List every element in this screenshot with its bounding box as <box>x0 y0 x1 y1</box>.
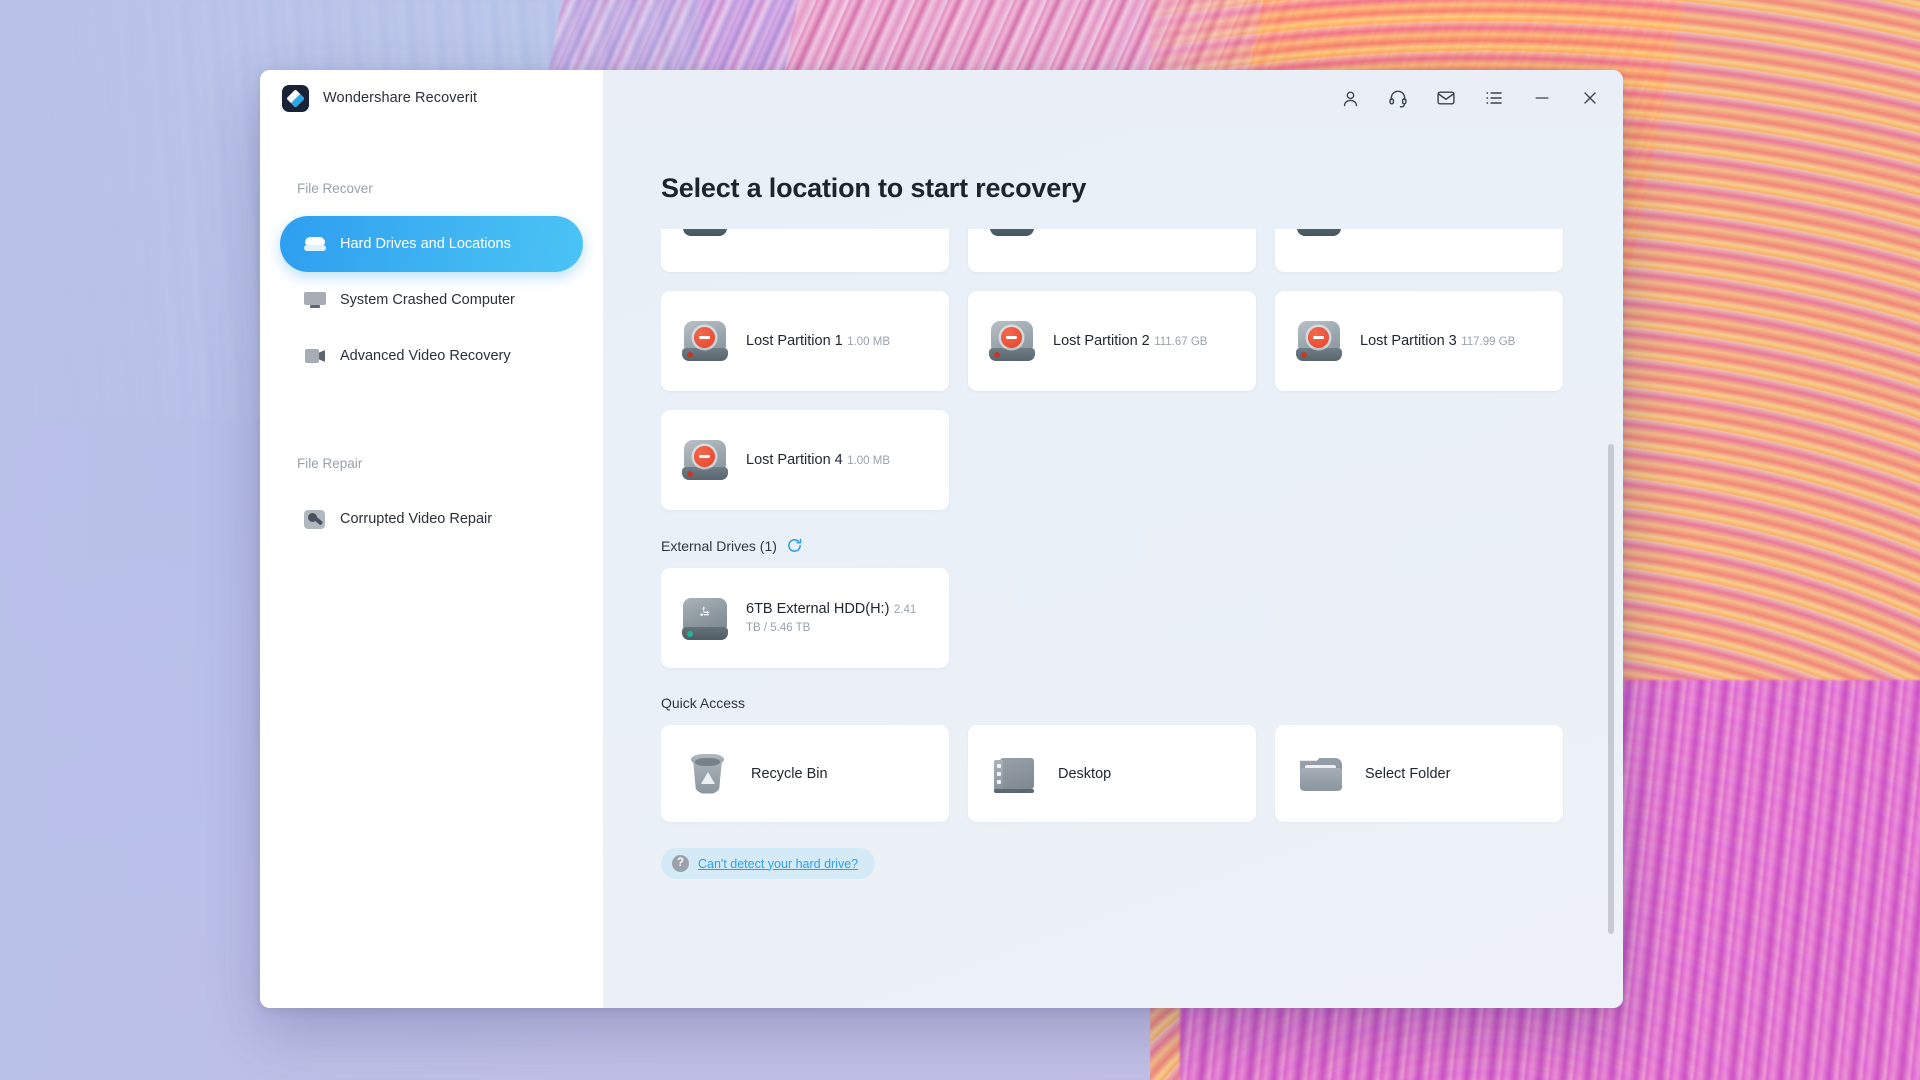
external-drives-label: External Drives (1) <box>661 537 777 554</box>
account-icon[interactable] <box>1339 87 1361 109</box>
hard-drive-icon <box>679 229 731 246</box>
vertical-scrollbar[interactable] <box>1608 229 1614 1002</box>
title-bar: Wondershare Recoverit <box>260 70 1623 126</box>
support-headset-icon[interactable] <box>1387 87 1409 109</box>
drive-card[interactable]: 1.98 TB / 2.73 TB <box>661 229 949 272</box>
lost-partitions-grid: Lost Partition 1 1.00 MB Lost Partition … <box>661 291 1575 391</box>
partition-size-text: 117.99 GB <box>1461 336 1516 348</box>
lost-partition-text: Lost Partition 2 111.67 GB <box>1053 332 1238 350</box>
hard-drive-icon <box>1293 229 1345 246</box>
quick-access-grid: Recycle Bin Desktop Select Folder <box>661 725 1575 822</box>
external-drive-card[interactable]: 6TB External HDD(H:) 2.41 TB / 5.46 TB <box>661 568 949 668</box>
lost-partition-card[interactable]: Lost Partition 1 1.00 MB <box>661 291 949 391</box>
cant-detect-hard-drive-link[interactable]: ? Can't detect your hard drive? <box>661 848 876 879</box>
wrench-repair-icon <box>304 508 326 530</box>
hard-drive-icon <box>304 233 326 255</box>
partition-name: Lost Partition 4 <box>746 452 843 468</box>
wondershare-diamond-logo-icon <box>282 84 309 112</box>
partition-size-text: 1.00 MB <box>847 455 891 467</box>
sidebar-item-label: Hard Drives and Locations <box>340 236 511 252</box>
sidebar-group-label-file-repair: File Repair <box>297 456 363 471</box>
lost-partition-card[interactable]: Lost Partition 4 1.00 MB <box>661 410 949 510</box>
drive-card-text: 9.99 GB / 10.00 GB <box>1053 229 1238 231</box>
lost-partition-icon <box>1293 317 1345 365</box>
folder-icon <box>1297 750 1345 798</box>
monitor-icon <box>304 289 326 311</box>
lost-partitions-grid-2: Lost Partition 4 1.00 MB <box>661 410 1575 510</box>
hard-drive-icon <box>986 229 1038 246</box>
sidebar-group-spacer <box>260 384 603 456</box>
lost-partition-icon <box>986 317 1038 365</box>
mail-envelope-icon[interactable] <box>1435 87 1457 109</box>
external-drive-text: 6TB External HDD(H:) 2.41 TB / 5.46 TB <box>746 600 931 636</box>
recycle-bin-icon <box>683 750 731 798</box>
lost-partition-text: Lost Partition 3 117.99 GB <box>1360 332 1545 350</box>
sidebar-item-corrupted-video-repair[interactable]: Corrupted Video Repair <box>280 491 583 547</box>
sidebar-item-hard-drives-and-locations[interactable]: Hard Drives and Locations <box>280 216 583 272</box>
quick-access-label: Quick Access <box>661 695 746 711</box>
quick-access-recycle-bin[interactable]: Recycle Bin <box>661 725 949 822</box>
sidebar-item-label: Corrupted Video Repair <box>340 511 493 527</box>
drive-card-text: 1.98 TB / 2.73 TB <box>746 229 931 231</box>
sidebar-item-advanced-video-recovery[interactable]: Advanced Video Recovery <box>280 328 583 384</box>
lost-partition-icon <box>679 317 731 365</box>
sidebar-item-system-crashed-computer[interactable]: System Crashed Computer <box>280 272 583 328</box>
drive-card-text: 85.02 MB / 594.00 MB <box>1360 229 1545 231</box>
desktop-wallpaper: Wondershare Recoverit File Recover Hard … <box>0 0 1920 1080</box>
main-content: Select a location to start recovery Lost… <box>603 126 1623 1008</box>
quick-access-label-item: Select Folder <box>1365 765 1451 782</box>
app-title: Wondershare Recoverit <box>323 90 478 106</box>
lost-partition-icon <box>679 436 731 484</box>
partition-size-text: 111.67 GB <box>1154 336 1208 348</box>
external-drive-name: 6TB External HDD(H:) <box>746 601 890 617</box>
locations-scroll-region[interactable]: 1.98 TB / 2.73 TB 9.99 GB / 10.00 GB <box>661 229 1575 1008</box>
drive-card[interactable]: 9.99 GB / 10.00 GB <box>968 229 1256 272</box>
quick-access-label-item: Recycle Bin <box>751 765 828 782</box>
lost-partition-card[interactable]: Lost Partition 3 117.99 GB <box>1275 291 1563 391</box>
desktop-icon <box>990 750 1038 798</box>
window-body: File Recover Hard Drives and Locations S… <box>260 126 1623 1008</box>
external-usb-drive-icon <box>679 594 731 642</box>
help-link-text: Can't detect your hard drive? <box>698 856 859 871</box>
refresh-icon[interactable] <box>786 537 803 554</box>
page-title: Select a location to start recovery <box>661 173 1087 203</box>
partition-size-text: 1.00 MB <box>847 336 891 348</box>
video-camera-icon <box>304 345 326 367</box>
quick-access-label-item: Desktop <box>1058 765 1112 782</box>
sidebar: File Recover Hard Drives and Locations S… <box>260 126 603 1008</box>
close-icon[interactable] <box>1579 87 1601 109</box>
lost-partition-card[interactable]: Lost Partition 2 111.67 GB <box>968 291 1256 391</box>
quick-access-desktop[interactable]: Desktop <box>968 725 1256 822</box>
menu-list-icon[interactable] <box>1483 87 1505 109</box>
external-drives-grid: 6TB External HDD(H:) 2.41 TB / 5.46 TB <box>661 568 1575 668</box>
title-bar-controls <box>603 70 1623 126</box>
lost-partition-text: Lost Partition 1 1.00 MB <box>746 332 931 350</box>
scrollbar-thumb[interactable] <box>1608 444 1614 934</box>
drive-card[interactable]: 85.02 MB / 594.00 MB <box>1275 229 1563 272</box>
drives-grid-clipped: 1.98 TB / 2.73 TB 9.99 GB / 10.00 GB <box>661 229 1575 272</box>
external-drives-heading: External Drives (1) <box>661 537 1575 554</box>
title-bar-left: Wondershare Recoverit <box>260 70 603 126</box>
sidebar-group-label-file-recover: File Recover <box>297 181 373 196</box>
partition-name: Lost Partition 2 <box>1053 333 1150 349</box>
application-window: Wondershare Recoverit File Recover Hard … <box>260 70 1623 1008</box>
partition-name: Lost Partition 1 <box>746 333 843 349</box>
sidebar-item-label: System Crashed Computer <box>340 292 515 308</box>
quick-access-select-folder[interactable]: Select Folder <box>1275 725 1563 822</box>
question-mark-icon: ? <box>672 855 689 872</box>
quick-access-heading: Quick Access <box>661 695 1575 711</box>
sidebar-item-label: Advanced Video Recovery <box>340 348 511 364</box>
lost-partition-text: Lost Partition 4 1.00 MB <box>746 451 931 469</box>
partition-name: Lost Partition 3 <box>1360 333 1457 349</box>
minimize-icon[interactable] <box>1531 87 1553 109</box>
